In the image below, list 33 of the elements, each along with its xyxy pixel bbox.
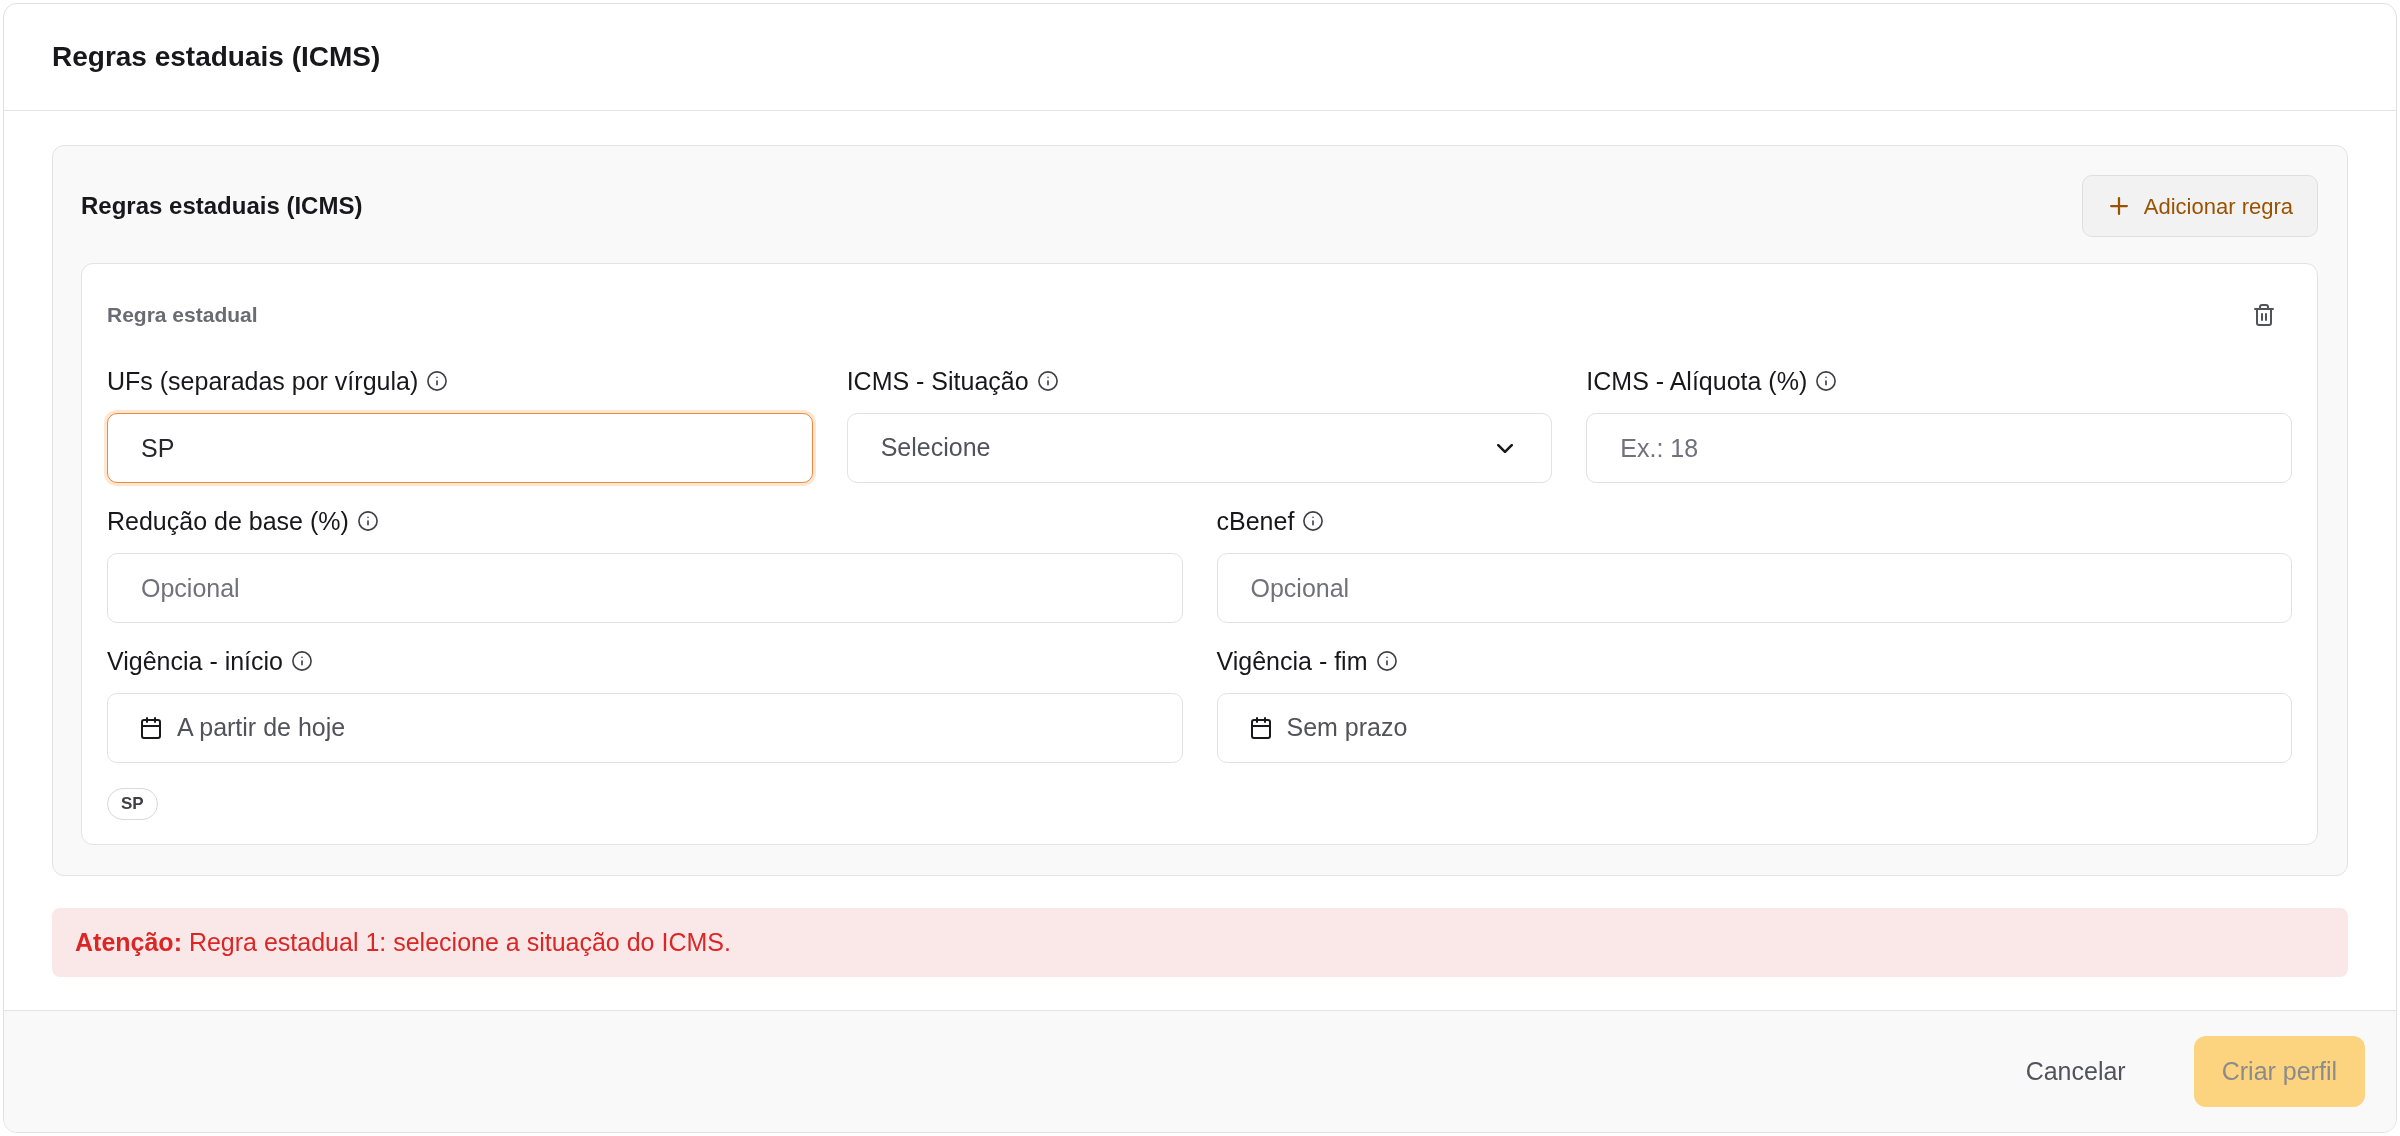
select-field[interactable]: Selecione bbox=[846, 413, 1553, 483]
calendar-icon bbox=[1250, 717, 1271, 739]
field-label: Vigência - fim bbox=[1216, 646, 1368, 677]
text-input[interactable]: SP bbox=[107, 413, 813, 483]
info-icon bbox=[1037, 371, 1058, 391]
info-icon bbox=[1376, 651, 1397, 671]
field-label: ICMS - Alíquota (%) bbox=[1586, 366, 1808, 397]
rule-title: Regra estadual bbox=[107, 302, 258, 329]
trash-icon bbox=[2254, 304, 2274, 326]
cancel-button[interactable]: Cancelar bbox=[2005, 1036, 2146, 1107]
plus-icon bbox=[2109, 197, 2128, 215]
info-icon bbox=[292, 651, 313, 671]
calendar-icon bbox=[141, 717, 161, 739]
text-input[interactable]: Ex.: 18 bbox=[1586, 413, 2292, 483]
date-field[interactable]: A partir de hoje bbox=[107, 693, 1183, 763]
chevron-down-icon bbox=[1497, 443, 1514, 453]
dialog-title: Regras estaduais (ICMS) bbox=[52, 40, 381, 74]
text-input[interactable]: Opcional bbox=[107, 553, 1183, 623]
field-label: Redução de base (%) bbox=[107, 506, 349, 537]
field-label: Vigência - início bbox=[107, 646, 284, 677]
add-rule-button[interactable]: Adicionar regra bbox=[2081, 175, 2318, 237]
alert-message: Atenção: Regra estadual 1: selecione a situação do ICMS. bbox=[75, 926, 731, 958]
field-label: UFs (separadas por vírgula) bbox=[107, 366, 419, 397]
field-label: ICMS - Situação bbox=[846, 366, 1029, 397]
state-tag: SP bbox=[107, 788, 158, 820]
info-icon bbox=[357, 511, 378, 531]
info-icon bbox=[427, 371, 448, 391]
text-input[interactable]: Opcional bbox=[1216, 553, 2292, 623]
info-icon bbox=[1816, 371, 1837, 391]
section-title: Regras estaduais (ICMS) bbox=[81, 191, 363, 221]
field-label: cBenef bbox=[1216, 506, 1295, 537]
info-icon bbox=[1303, 511, 1324, 531]
date-field[interactable]: Sem prazo bbox=[1216, 693, 2292, 763]
